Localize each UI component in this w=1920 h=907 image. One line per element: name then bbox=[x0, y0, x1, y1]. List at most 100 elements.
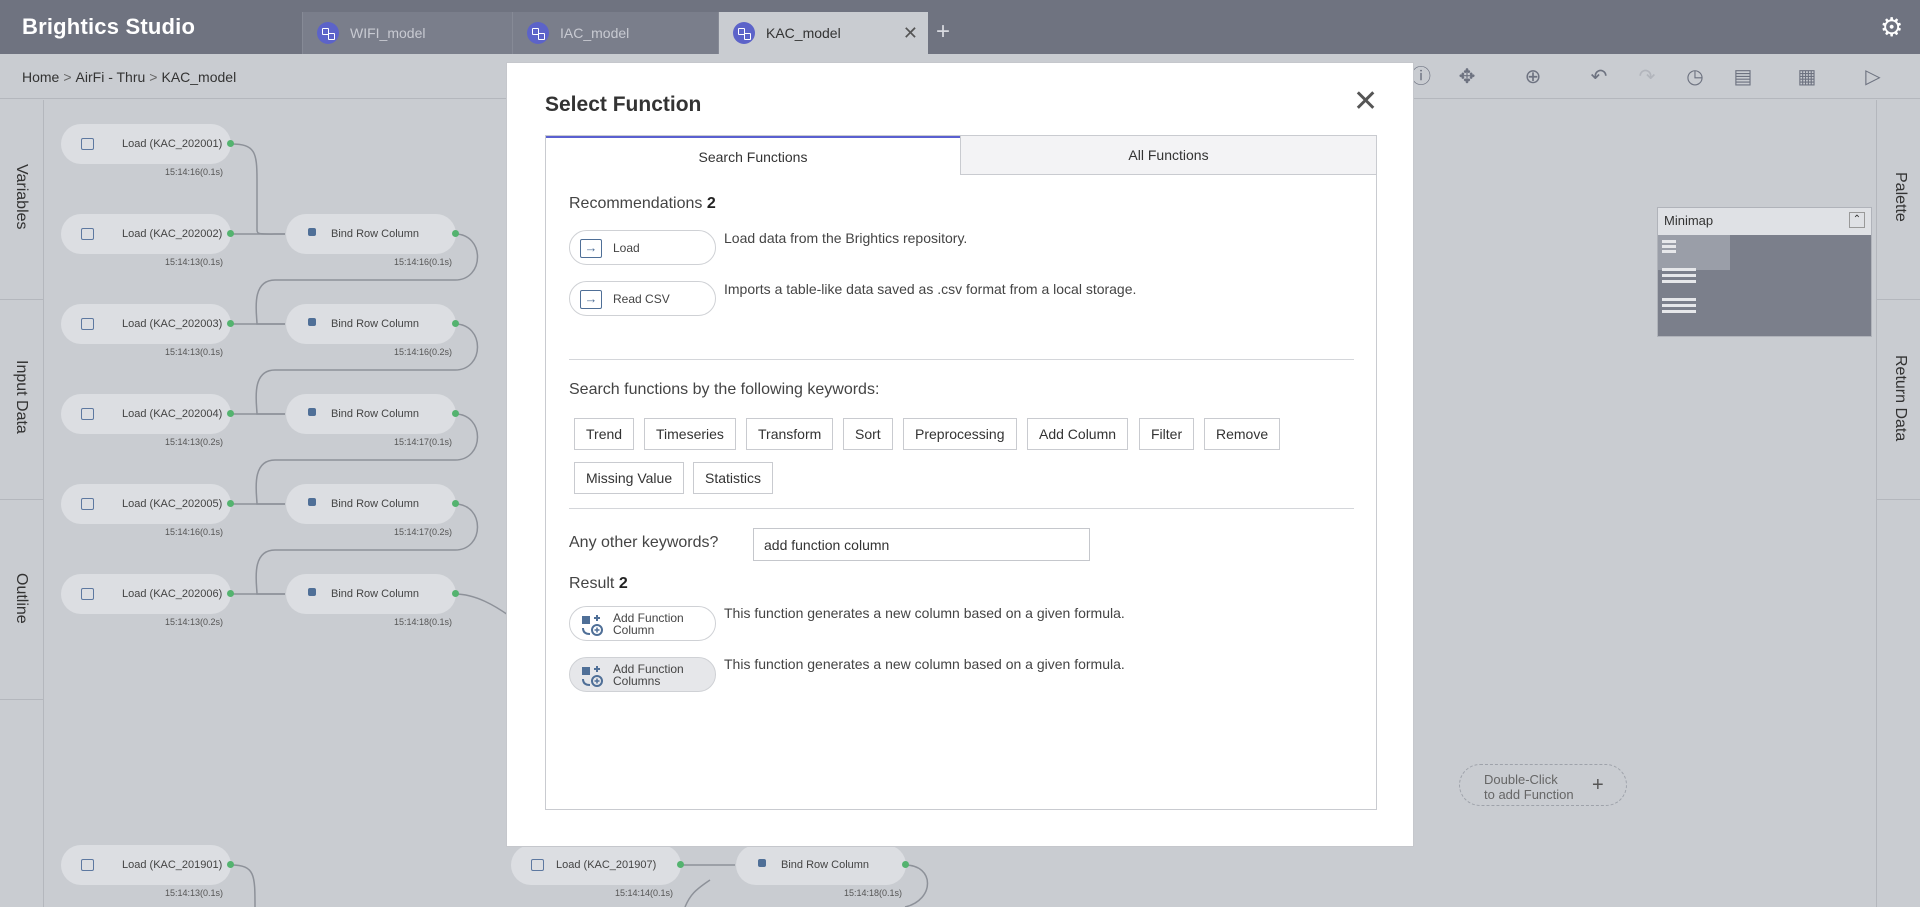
load-icon bbox=[81, 138, 94, 150]
left-rail: Variables Input Data Outline bbox=[0, 100, 44, 907]
output-port[interactable] bbox=[227, 861, 234, 868]
keywords-heading: Search functions by the following keywor… bbox=[569, 381, 880, 398]
minimap-node bbox=[1662, 304, 1696, 307]
bind-icon bbox=[308, 228, 316, 236]
tab-wifi-model[interactable]: WIFI_model bbox=[302, 12, 512, 54]
model-icon bbox=[733, 22, 755, 44]
keyword-transform[interactable]: Transform bbox=[746, 418, 834, 450]
function-add-function-column[interactable]: Add Function Column bbox=[569, 606, 716, 641]
keyword-sort[interactable]: Sort bbox=[843, 418, 893, 450]
redo-icon[interactable]: ↷ bbox=[1634, 64, 1660, 90]
output-port[interactable] bbox=[227, 590, 234, 597]
load-node[interactable]: Load (KAC_201907) 15:14:14(0.1s) bbox=[511, 845, 684, 898]
output-port[interactable] bbox=[452, 500, 459, 507]
load-node[interactable]: Load (KAC_202003) 15:14:13(0.1s) bbox=[61, 304, 234, 357]
dialog-title: Select Function bbox=[545, 93, 702, 116]
tab-all-functions[interactable]: All Functions bbox=[960, 136, 1376, 175]
output-port[interactable] bbox=[227, 230, 234, 237]
function-description: Imports a table-like data saved as .csv … bbox=[724, 281, 1137, 297]
minimap-node bbox=[1662, 245, 1676, 248]
zoom-in-icon[interactable]: ⊕ bbox=[1520, 64, 1546, 90]
load-node[interactable]: Load (KAC_202004) 15:14:13(0.2s) bbox=[61, 394, 234, 447]
add-tab-icon[interactable]: + bbox=[936, 18, 950, 46]
rail-return-data[interactable]: Return Data bbox=[1877, 300, 1920, 500]
divider bbox=[569, 359, 1354, 360]
minimap-node bbox=[1662, 310, 1696, 313]
bind-icon bbox=[758, 859, 766, 867]
bind-row-column-node[interactable]: Bind Row Column 15:14:18(0.1s) bbox=[736, 845, 909, 898]
bind-row-column-node[interactable]: Bind Row Column 15:14:16(0.2s) bbox=[286, 304, 459, 357]
collapse-icon[interactable]: ⌃ bbox=[1849, 212, 1865, 228]
load-node[interactable]: Load (KAC_202001) 15:14:16(0.1s) bbox=[61, 124, 234, 177]
function-load[interactable]: → Load bbox=[569, 230, 716, 265]
output-port[interactable] bbox=[227, 140, 234, 147]
keyword-preprocessing[interactable]: Preprocessing bbox=[903, 418, 1017, 450]
output-port[interactable] bbox=[677, 861, 684, 868]
add-column-icon bbox=[582, 666, 603, 687]
output-port[interactable] bbox=[227, 320, 234, 327]
breadcrumb: Home > AirFi - Thru > KAC_model bbox=[22, 69, 237, 85]
minimap-node bbox=[1662, 274, 1696, 277]
close-tab-icon[interactable]: ✕ bbox=[903, 23, 918, 44]
load-node[interactable]: Load (KAC_202006) 15:14:13(0.2s) bbox=[61, 574, 234, 627]
output-port[interactable] bbox=[227, 500, 234, 507]
rail-variables[interactable]: Variables bbox=[0, 100, 44, 300]
history-icon[interactable]: ◷ bbox=[1682, 64, 1708, 90]
tab-kac-model[interactable]: KAC_model ✕ bbox=[718, 12, 928, 54]
bind-row-column-node[interactable]: Bind Row Column 15:14:16(0.1s) bbox=[286, 214, 459, 267]
tab-iac-model[interactable]: IAC_model bbox=[512, 12, 718, 54]
variable-icon[interactable]: ▦ bbox=[1794, 64, 1820, 90]
load-node[interactable]: Load (KAC_201901) 15:14:13(0.1s) bbox=[61, 845, 234, 898]
output-port[interactable] bbox=[902, 861, 909, 868]
gear-icon[interactable]: ⚙ bbox=[1880, 12, 1903, 43]
output-port[interactable] bbox=[452, 320, 459, 327]
output-port[interactable] bbox=[452, 590, 459, 597]
bind-icon bbox=[308, 498, 316, 506]
keyword-add-column[interactable]: Add Column bbox=[1027, 418, 1129, 450]
load-icon bbox=[81, 408, 94, 420]
load-node[interactable]: Load (KAC_202002) 15:14:13(0.1s) bbox=[61, 214, 234, 267]
output-port[interactable] bbox=[227, 410, 234, 417]
function-add-function-columns[interactable]: Add Function Columns bbox=[569, 657, 716, 692]
right-rail: Palette Return Data bbox=[1876, 100, 1920, 907]
other-keywords-label: Any other keywords? bbox=[569, 534, 719, 551]
load-icon bbox=[81, 228, 94, 240]
bind-row-column-node[interactable]: Bind Row Column 15:14:17(0.2s) bbox=[286, 484, 459, 537]
function-description: This function generates a new column bas… bbox=[724, 605, 1125, 621]
breadcrumb-project[interactable]: AirFi - Thru bbox=[76, 69, 146, 85]
load-node[interactable]: Load (KAC_202005) 15:14:16(0.1s) bbox=[61, 484, 234, 537]
minimap-node bbox=[1662, 298, 1696, 301]
keyword-search-input[interactable] bbox=[753, 528, 1090, 561]
keyword-remove[interactable]: Remove bbox=[1204, 418, 1281, 450]
load-icon bbox=[81, 318, 94, 330]
result-count: 2 bbox=[618, 575, 628, 592]
keyword-trend[interactable]: Trend bbox=[574, 418, 635, 450]
close-icon[interactable]: ✕ bbox=[1353, 87, 1378, 117]
rail-palette[interactable]: Palette bbox=[1877, 100, 1920, 300]
recommendations-count: 2 bbox=[706, 195, 716, 212]
bind-row-column-node[interactable]: Bind Row Column 15:14:17(0.1s) bbox=[286, 394, 459, 447]
rail-outline[interactable]: Outline bbox=[0, 500, 44, 700]
minimap-node bbox=[1662, 268, 1696, 271]
tab-label: WIFI_model bbox=[350, 25, 426, 41]
keyword-timeseries[interactable]: Timeseries bbox=[644, 418, 736, 450]
minimap-header: Minimap ⌃ bbox=[1658, 208, 1871, 235]
output-port[interactable] bbox=[452, 410, 459, 417]
rail-input-data[interactable]: Input Data bbox=[0, 300, 44, 500]
run-icon[interactable]: ▷ bbox=[1860, 64, 1886, 90]
add-function-placeholder[interactable]: Double-Click to add Function + bbox=[1459, 764, 1627, 806]
minimap[interactable]: Minimap ⌃ bbox=[1657, 207, 1872, 337]
output-port[interactable] bbox=[452, 230, 459, 237]
breadcrumb-home[interactable]: Home bbox=[22, 69, 59, 85]
keyword-statistics[interactable]: Statistics bbox=[693, 462, 774, 494]
clipboard-icon[interactable]: ▤ bbox=[1730, 64, 1756, 90]
bind-row-column-node[interactable]: Bind Row Column 15:14:18(0.1s) bbox=[286, 574, 459, 627]
keyword-filter[interactable]: Filter bbox=[1139, 418, 1195, 450]
tab-search-functions[interactable]: Search Functions bbox=[546, 136, 960, 175]
load-icon bbox=[531, 859, 544, 871]
move-icon[interactable]: ✥ bbox=[1454, 64, 1480, 90]
function-read-csv[interactable]: → Read CSV bbox=[569, 281, 716, 316]
dialog-tabs: Search Functions All Functions bbox=[546, 136, 1376, 175]
keyword-missing-value[interactable]: Missing Value bbox=[574, 462, 685, 494]
undo-icon[interactable]: ↶ bbox=[1586, 64, 1612, 90]
